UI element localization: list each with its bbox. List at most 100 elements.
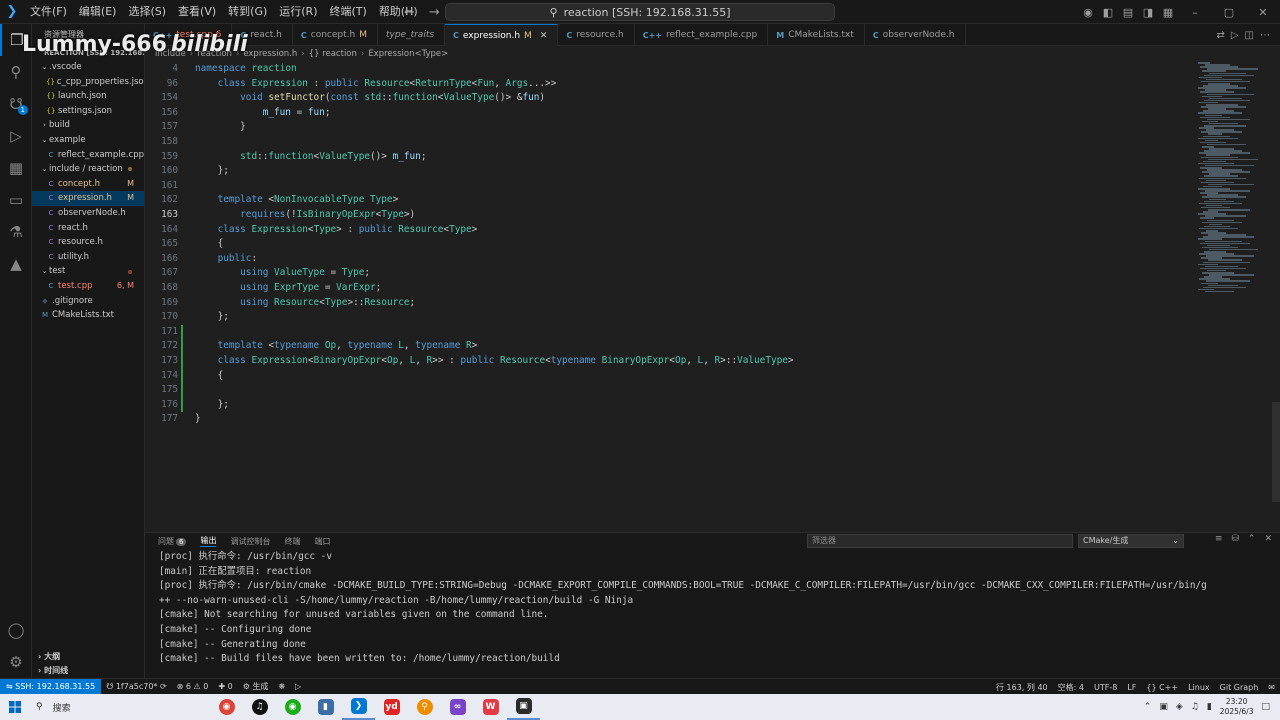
code-line[interactable]: 168 using ExprType = VarExpr;	[145, 281, 1195, 296]
split-editor-icon[interactable]: ◫	[1245, 30, 1254, 41]
layout-icon[interactable]: ▦	[1158, 6, 1178, 19]
close-panel-icon[interactable]: ✕	[1264, 534, 1272, 544]
volume-icon[interactable]: ♫	[1191, 702, 1199, 712]
tree-file[interactable]: {} launch.json	[32, 89, 144, 104]
settings-gear-icon[interactable]: ⚙	[0, 646, 32, 678]
breadcrumb-item[interactable]: Expression<Type>	[368, 49, 448, 59]
command-center[interactable]: ⚲ reaction [SSH: 192.168.31.55]	[445, 3, 835, 21]
vscode-app-icon[interactable]: ❯	[342, 694, 375, 720]
battery-icon[interactable]: ▮	[1207, 702, 1212, 712]
workspace-root[interactable]: REACTION [SSH: 192.168...	[32, 46, 144, 60]
more-actions-icon[interactable]: ⋯	[1260, 30, 1270, 41]
editor-tab[interactable]: M CMakeLists.txt	[768, 24, 865, 46]
build-button[interactable]: ⚙ 生成	[238, 681, 274, 692]
outline-section[interactable]: › 大纲	[32, 650, 144, 664]
windows-start-icon[interactable]	[0, 694, 30, 720]
timeline-section[interactable]: › 时间线	[32, 664, 144, 678]
tiktok-app-icon[interactable]: ♫	[243, 694, 276, 720]
explorer-icon[interactable]: ❐	[0, 24, 32, 56]
editor-scrollbar[interactable]	[1272, 402, 1280, 502]
wps-app-icon[interactable]: W	[474, 694, 507, 720]
taskbar-search[interactable]: ⚲ 搜索	[30, 697, 210, 717]
menu-item[interactable]: 转到(G)	[222, 0, 273, 24]
code-line[interactable]: 172 template <typename Op, typename L, t…	[145, 339, 1195, 354]
lock-icon[interactable]: ⛁	[1231, 534, 1239, 544]
source-control-icon[interactable]: ☋ 1	[0, 88, 32, 120]
code-line[interactable]: 160 };	[145, 164, 1195, 179]
screen-recorder-app-icon[interactable]: ▣	[507, 694, 540, 720]
tree-file[interactable]: {} settings.json	[32, 104, 144, 119]
toggle-panel-icon[interactable]: ▤	[1118, 6, 1138, 19]
code-line[interactable]: 173 class Expression<BinaryOpExpr<Op, L,…	[145, 354, 1195, 369]
language-mode[interactable]: {} C++	[1141, 683, 1183, 692]
code-line[interactable]: 163 requires(!IsBinaryOpExpr<Type>)	[145, 208, 1195, 223]
code-line[interactable]: 170 };	[145, 310, 1195, 325]
tree-file[interactable]: Creflect_example.cpp	[32, 148, 144, 163]
chevron-up-icon[interactable]: ⌃	[1144, 702, 1152, 712]
tree-folder[interactable]: ⌄ include / reaction	[32, 162, 144, 177]
account-icon[interactable]: ◯	[0, 614, 32, 646]
tree-folder[interactable]: › build	[32, 118, 144, 133]
remote-indicator[interactable]: ⇋ SSH: 192.168.31.55	[0, 678, 102, 695]
tree-file[interactable]: Cconcept.h M	[32, 177, 144, 192]
remote-explorer-icon[interactable]: ▭	[0, 184, 32, 216]
compare-icon[interactable]: ⇄	[1216, 30, 1224, 41]
tree-file[interactable]: M CMakeLists.txt	[32, 308, 144, 323]
copilot-icon[interactable]: ◉	[1078, 6, 1098, 19]
run-status-icon[interactable]: ▷	[290, 682, 306, 691]
notifications-icon[interactable]: ✉	[1263, 683, 1280, 692]
notification-center-icon[interactable]: □	[1261, 702, 1270, 712]
search-icon[interactable]: ⚲	[0, 56, 32, 88]
breadcrumb-item[interactable]: include	[155, 49, 186, 59]
panel-tab[interactable]: 问题 6	[158, 536, 187, 547]
tree-file[interactable]: Cutility.h	[32, 250, 144, 265]
editor-tab[interactable]: Cconcept.h M	[293, 24, 378, 46]
code-line[interactable]: 162 template <NonInvocableType Type>	[145, 193, 1195, 208]
code-editor[interactable]: 4 namespace reaction 96 class Expression :…	[145, 62, 1280, 532]
output-channel-select[interactable]: CMake/生成 ⌄	[1078, 534, 1184, 548]
breadcrumb-item[interactable]: reaction	[197, 49, 232, 59]
ports-status[interactable]: ✚ 0	[213, 682, 237, 691]
line-ending[interactable]: LF	[1122, 683, 1141, 692]
wechat-app-icon[interactable]: ◉	[276, 694, 309, 720]
code-line[interactable]: 176 };	[145, 397, 1195, 413]
tree-folder[interactable]: ⌄ test	[32, 264, 144, 279]
code-line[interactable]: 159 std::function<ValueType()> m_fun;	[145, 150, 1195, 165]
code-line[interactable]: 156 m_fun = fun;	[145, 106, 1195, 121]
debug-icon[interactable]: ❋	[273, 682, 290, 691]
extensions-icon[interactable]: ▦	[0, 152, 32, 184]
tree-folder[interactable]: ⌄ .vscode	[32, 60, 144, 75]
code-line[interactable]: 167 using ValueType = Type;	[145, 266, 1195, 281]
tree-file[interactable]: Cexpression.h M	[32, 191, 144, 206]
search-app-icon[interactable]: ⚲	[408, 694, 441, 720]
editor-tab[interactable]: Cexpression.h M ✕	[445, 24, 559, 46]
list-icon[interactable]: ≡	[1215, 534, 1223, 544]
toggle-secondary-sidebar-icon[interactable]: ◨	[1138, 6, 1158, 19]
minimize-icon[interactable]: –	[1178, 6, 1212, 19]
back-arrow-icon[interactable]: ←	[404, 5, 415, 20]
menu-item[interactable]: 选择(S)	[122, 0, 172, 24]
maximize-panel-icon[interactable]: ⌃	[1248, 534, 1256, 544]
menu-item[interactable]: 终端(T)	[324, 0, 373, 24]
tree-file[interactable]: ◆ .gitignore	[32, 294, 144, 309]
code-line[interactable]: 161	[145, 179, 1195, 194]
maximize-icon[interactable]: ▢	[1212, 6, 1246, 19]
visual-studio-app-icon[interactable]: ∞	[441, 694, 474, 720]
code-line[interactable]: 157 }	[145, 120, 1195, 135]
code-line[interactable]: 165 {	[145, 237, 1195, 252]
menu-item[interactable]: 编辑(E)	[73, 0, 123, 24]
code-line[interactable]: 174 {	[145, 368, 1195, 384]
menu-item[interactable]: 运行(R)	[273, 0, 323, 24]
indentation[interactable]: 空格: 4	[1053, 682, 1089, 693]
editor-tab[interactable]: C++ test.cpp 6	[145, 24, 233, 46]
code-line[interactable]: 166 public:	[145, 252, 1195, 267]
minimap[interactable]	[1198, 62, 1270, 302]
problems-status[interactable]: ⊗ 6 ⚠ 0	[172, 682, 214, 691]
encoding[interactable]: UTF-8	[1089, 683, 1122, 692]
panel-tab[interactable]: 输出	[200, 535, 217, 547]
editor-tab[interactable]: CobserverNode.h	[865, 24, 966, 46]
testing-icon[interactable]: ⚗	[0, 216, 32, 248]
code-line[interactable]: 177}	[145, 412, 1195, 427]
panel-tab[interactable]: 终端	[284, 536, 300, 547]
editor-tab[interactable]: Cresource.h	[558, 24, 635, 46]
